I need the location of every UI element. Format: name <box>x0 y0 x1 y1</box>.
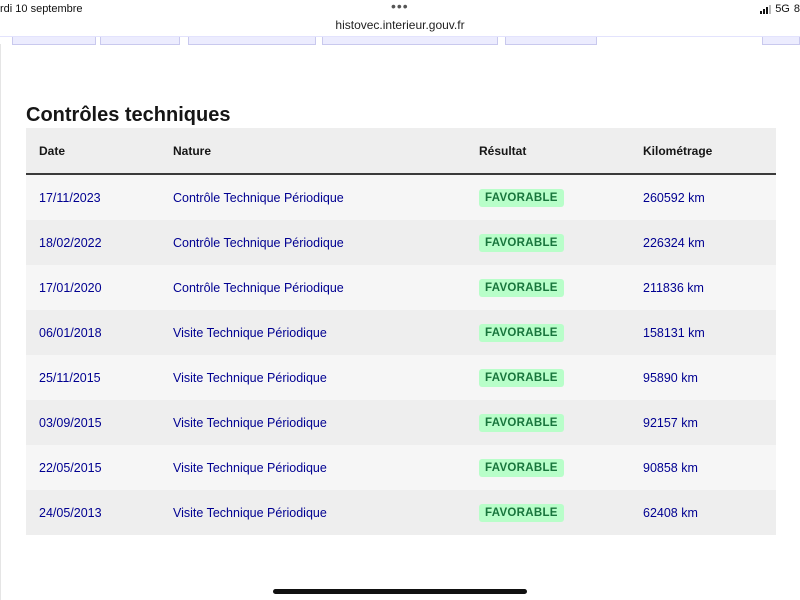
cell-nature: Visite Technique Périodique <box>173 505 327 520</box>
controles-table: Date Nature Résultat Kilométrage 17/11/2… <box>26 128 776 535</box>
cell-km: 226324 km <box>643 235 705 250</box>
cell-date: 25/11/2015 <box>39 370 101 385</box>
top-strip <box>0 36 800 45</box>
result-badge: FAVORABLE <box>479 323 564 342</box>
table-row: 03/09/2015 Visite Technique Périodique F… <box>26 400 776 445</box>
network-label: 5G <box>775 3 790 15</box>
signal-icon <box>760 4 772 14</box>
result-badge: FAVORABLE <box>479 368 564 387</box>
status-bar: rdi 10 septembre ••• 5G 8 <box>0 0 800 20</box>
page-content: Contrôles techniques Date Nature Résulta… <box>0 44 800 600</box>
cell-resultat: FAVORABLE <box>479 278 643 297</box>
cell-km: 158131 km <box>643 325 705 340</box>
cell-date: 22/05/2015 <box>39 460 102 475</box>
result-badge: FAVORABLE <box>479 413 564 432</box>
battery-label: 8 <box>793 3 800 15</box>
result-badge: FAVORABLE <box>479 233 564 252</box>
cell-resultat: FAVORABLE <box>479 233 643 252</box>
table-row: 17/01/2020 Contrôle Technique Périodique… <box>26 265 776 310</box>
header-resultat: Résultat <box>479 143 527 158</box>
header-date: Date <box>39 143 66 158</box>
address-bar[interactable]: histovec.interieur.gouv.fr <box>0 18 800 32</box>
cell-km: 62408 km <box>643 505 698 520</box>
cell-resultat: FAVORABLE <box>479 188 643 207</box>
cell-resultat: FAVORABLE <box>479 503 643 522</box>
table-header: Date Nature Résultat Kilométrage <box>26 128 776 175</box>
cell-date: 03/09/2015 <box>39 415 102 430</box>
cell-nature: Visite Technique Périodique <box>173 325 327 340</box>
cell-date: 18/02/2022 <box>39 235 102 250</box>
cell-date: 06/01/2018 <box>39 325 102 340</box>
cell-date: 24/05/2013 <box>39 505 102 520</box>
result-badge: FAVORABLE <box>479 503 564 522</box>
table-row: 17/11/2023 Contrôle Technique Périodique… <box>26 175 776 220</box>
cell-nature: Visite Technique Périodique <box>173 370 327 385</box>
cell-km: 260592 km <box>643 190 705 205</box>
cell-resultat: FAVORABLE <box>479 458 643 477</box>
home-indicator[interactable] <box>273 589 527 594</box>
table-row: 18/02/2022 Contrôle Technique Périodique… <box>26 220 776 265</box>
cell-km: 90858 km <box>643 460 698 475</box>
cell-resultat: FAVORABLE <box>479 368 643 387</box>
section-title: Contrôles techniques <box>26 104 231 126</box>
cell-km: 92157 km <box>643 415 698 430</box>
cell-resultat: FAVORABLE <box>479 323 643 342</box>
status-indicators: 5G 8 <box>760 3 800 15</box>
cell-resultat: FAVORABLE <box>479 413 643 432</box>
status-date: rdi 10 septembre <box>0 3 83 15</box>
cell-nature: Visite Technique Périodique <box>173 460 327 475</box>
table-row: 25/11/2015 Visite Technique Périodique F… <box>26 355 776 400</box>
cell-date: 17/01/2020 <box>39 280 102 295</box>
cell-date: 17/11/2023 <box>39 190 101 205</box>
result-badge: FAVORABLE <box>479 458 564 477</box>
header-kilometrage: Kilométrage <box>643 143 713 158</box>
table-row: 22/05/2015 Visite Technique Périodique F… <box>26 445 776 490</box>
cell-nature: Contrôle Technique Périodique <box>173 280 344 295</box>
cell-nature: Contrôle Technique Périodique <box>173 235 344 250</box>
cell-nature: Visite Technique Périodique <box>173 415 327 430</box>
result-badge: FAVORABLE <box>479 278 564 297</box>
table-row: 24/05/2013 Visite Technique Périodique F… <box>26 490 776 535</box>
header-nature: Nature <box>173 143 212 158</box>
more-dots-icon[interactable]: ••• <box>391 0 409 13</box>
result-badge: FAVORABLE <box>479 188 564 207</box>
cell-km: 95890 km <box>643 370 698 385</box>
cell-nature: Contrôle Technique Périodique <box>173 190 344 205</box>
table-row: 06/01/2018 Visite Technique Périodique F… <box>26 310 776 355</box>
cell-km: 211836 km <box>643 280 704 295</box>
